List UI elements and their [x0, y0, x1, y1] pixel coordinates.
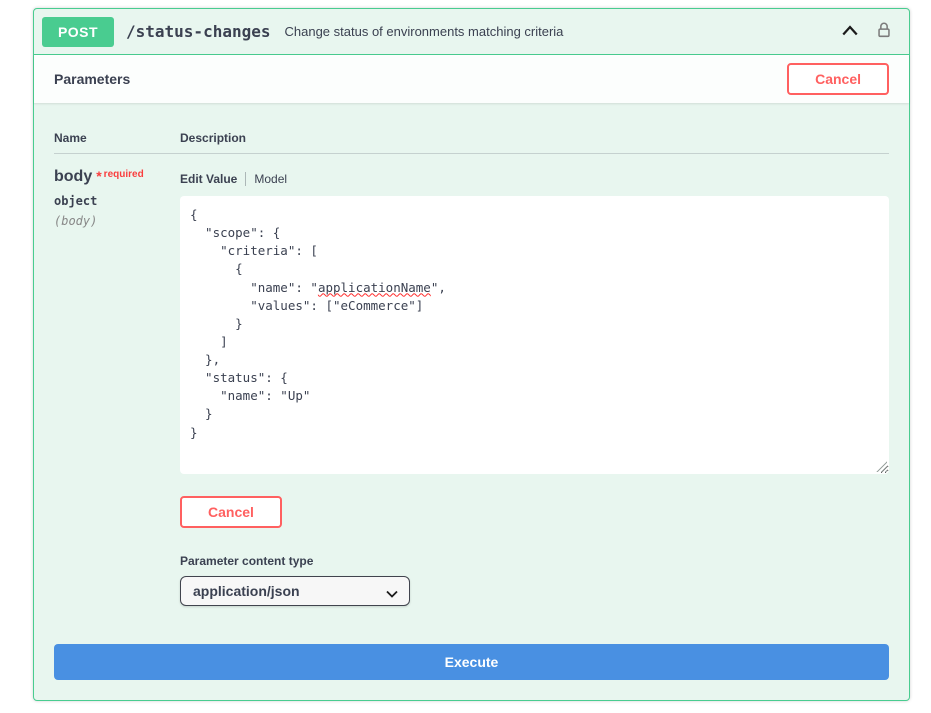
content-type-select-wrap: application/json	[180, 576, 410, 606]
operation-description: Change status of environments matching c…	[285, 24, 564, 39]
parameter-row-body: body*required object (body) Edit Value M…	[54, 154, 889, 606]
chevron-up-icon	[841, 23, 859, 40]
param-location: (body)	[54, 214, 180, 228]
parameters-table: Name Description body*required object (b…	[34, 103, 909, 606]
param-name-text: body	[54, 168, 92, 185]
name-column-header: Name	[54, 131, 180, 145]
page: POST /status-changes Change status of en…	[0, 8, 931, 701]
tab-model[interactable]: Model	[245, 172, 287, 186]
opblock-post-status-changes: POST /status-changes Change status of en…	[33, 8, 910, 701]
method-badge: POST	[42, 17, 114, 47]
content-type-label: Parameter content type	[180, 554, 889, 568]
body-cancel-button[interactable]: Cancel	[180, 496, 282, 528]
required-label: required	[104, 169, 144, 180]
parameter-description-cell: Edit Value Model { "scope": { "criteria"…	[180, 168, 889, 606]
parameters-cancel-button[interactable]: Cancel	[787, 63, 889, 95]
parameters-title: Parameters	[54, 71, 130, 87]
execute-wrapper: Execute	[34, 606, 909, 690]
authorize-lock-button[interactable]	[875, 21, 893, 42]
lock-icon	[875, 21, 893, 42]
tab-edit-value[interactable]: Edit Value	[180, 172, 237, 186]
body-editor-wrap: { "scope": { "criteria": [ { "name": "ap…	[180, 196, 889, 474]
collapse-button[interactable]	[841, 23, 859, 40]
param-type: object	[54, 194, 180, 208]
param-name: body*required	[54, 168, 180, 186]
body-value-editor[interactable]: { "scope": { "criteria": [ { "name": "ap…	[180, 196, 889, 474]
body-value-tabs: Edit Value Model	[180, 172, 889, 186]
parameters-section-header: Parameters Cancel	[34, 55, 909, 103]
content-type-select[interactable]: application/json	[180, 576, 410, 606]
execute-button[interactable]: Execute	[54, 644, 889, 680]
required-asterisk: *	[96, 168, 101, 184]
description-column-header: Description	[180, 131, 889, 145]
parameter-name-cell: body*required object (body)	[54, 168, 180, 606]
operation-header-actions	[841, 21, 899, 42]
operation-path: /status-changes	[126, 22, 271, 41]
table-header-row: Name Description	[54, 119, 889, 154]
operation-header[interactable]: POST /status-changes Change status of en…	[34, 9, 909, 55]
